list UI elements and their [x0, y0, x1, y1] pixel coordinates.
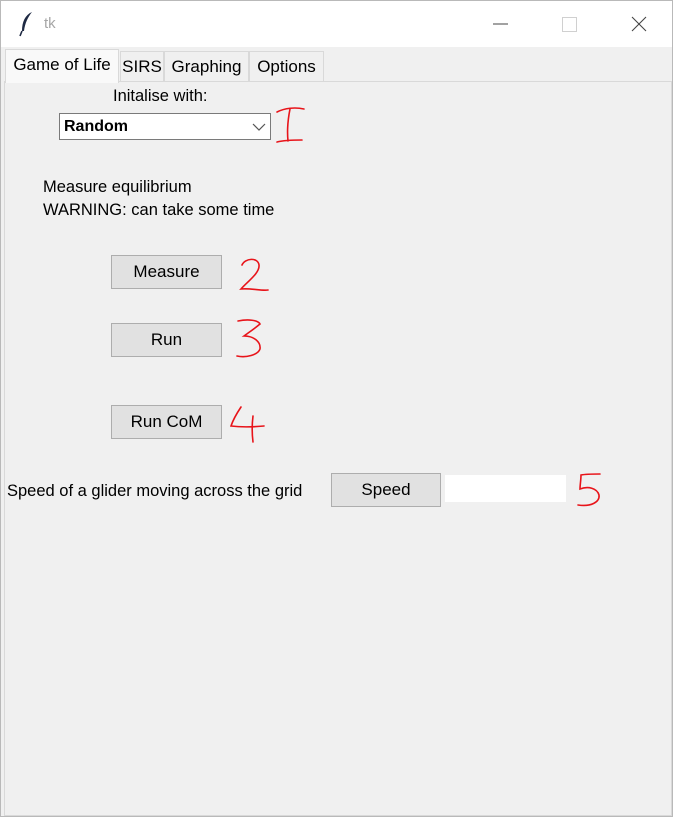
minimize-icon: [493, 23, 508, 25]
tab-graphing[interactable]: Graphing: [164, 51, 249, 82]
minimize-button[interactable]: [477, 1, 523, 47]
measure-button[interactable]: Measure: [111, 255, 222, 289]
maximize-icon: [562, 17, 577, 32]
speed-entry[interactable]: [445, 475, 566, 502]
close-button[interactable]: [615, 1, 661, 47]
maximize-button[interactable]: [546, 1, 592, 47]
initialise-selected-value: Random: [64, 118, 128, 135]
annotation-number-2: [239, 258, 269, 292]
annotation-number-3: [236, 319, 261, 358]
tab-sirs[interactable]: SIRS: [120, 51, 164, 82]
close-icon: [631, 16, 647, 32]
annotation-number-1: [276, 107, 305, 143]
measure-equilibrium-label: Measure equilibrium: [43, 178, 192, 196]
tab-game-of-life[interactable]: Game of Life: [5, 49, 119, 83]
annotation-number-5: [577, 473, 601, 507]
initialise-label: Initalise with:: [113, 87, 208, 105]
window-title: tk: [44, 15, 56, 32]
speed-label: Speed of a glider moving across the grid: [7, 482, 303, 500]
run-com-button[interactable]: Run CoM: [111, 405, 222, 439]
initialise-combobox[interactable]: Random: [59, 113, 271, 140]
tab-options[interactable]: Options: [249, 51, 324, 82]
warning-label: WARNING: can take some time: [43, 201, 275, 219]
chevron-down-icon: [252, 123, 266, 131]
speed-button[interactable]: Speed: [331, 473, 441, 507]
annotation-number-4: [229, 406, 265, 443]
run-button[interactable]: Run: [111, 323, 222, 357]
feather-icon: [19, 12, 32, 37]
title-bar[interactable]: tk: [1, 1, 672, 47]
tk-window: tk Game of Life SIRS Graphing Options In…: [0, 0, 673, 817]
